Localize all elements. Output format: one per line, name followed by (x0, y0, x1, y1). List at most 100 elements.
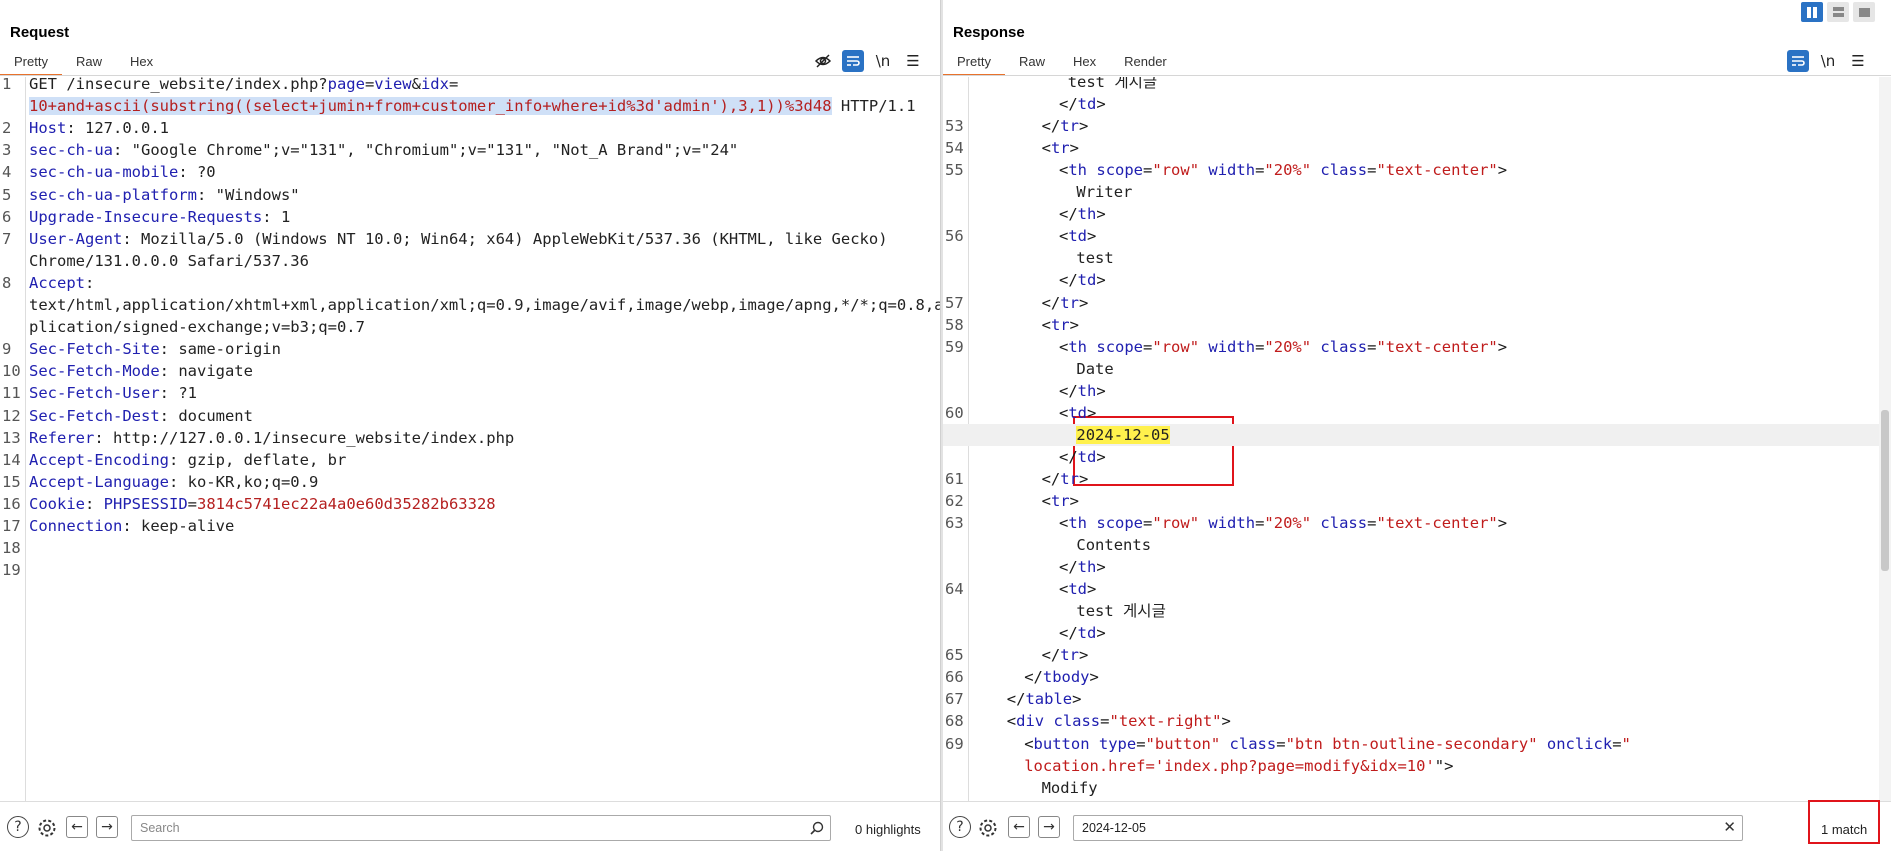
line-content: </td> (972, 93, 1885, 115)
code-token: : document (159, 406, 253, 425)
line-number: 5 (2, 185, 12, 204)
search-icon[interactable] (810, 816, 824, 842)
code-token: Upgrade-Insecure-Requests (29, 207, 263, 226)
tab-hex[interactable]: Hex (1059, 50, 1110, 76)
line-number: 64 (945, 580, 964, 599)
scrollbar-thumb[interactable] (1881, 410, 1889, 571)
code-token: : http://127.0.0.1/insecure_website/inde… (94, 428, 515, 447)
code-token: view (374, 77, 412, 93)
tab-raw[interactable]: Raw (62, 50, 116, 76)
line-content: Contents (972, 534, 1885, 556)
code-token: td (1068, 403, 1088, 422)
code-line: 65 </tr> (943, 644, 1891, 666)
code-token: Connection (29, 517, 123, 535)
tab-pretty[interactable]: Pretty (0, 50, 62, 76)
line-number: 57 (945, 293, 964, 312)
code-token: Sec-Fetch-Site (29, 340, 160, 359)
code-token: > (1096, 95, 1106, 114)
newline-icon[interactable]: \n (872, 50, 894, 72)
code-token: tr (1060, 469, 1079, 488)
split-vertical-icon[interactable] (1827, 2, 1849, 22)
line-content: </tr> (972, 644, 1885, 666)
code-token: "> (1434, 756, 1454, 775)
line-number: 61 (945, 469, 964, 488)
vertical-scrollbar[interactable] (1879, 77, 1891, 801)
line-content: Connection: keep-alive (29, 515, 934, 537)
word-wrap-icon[interactable] (1787, 50, 1809, 72)
hidden-eye-icon[interactable] (812, 50, 834, 72)
menu-icon[interactable]: ☰ (1847, 50, 1869, 72)
code-token: > (1089, 668, 1099, 687)
code-token: = (1143, 514, 1153, 532)
code-token: tr (1060, 117, 1079, 136)
code-line: </th> (943, 380, 1891, 402)
code-token: > (1497, 514, 1508, 532)
code-token: tr (1050, 139, 1070, 158)
previous-arrow-icon[interactable]: ← (66, 816, 88, 838)
line-number: 14 (2, 450, 21, 469)
next-arrow-icon[interactable]: → (1038, 816, 1060, 838)
code-line: 54 <tr> (943, 137, 1891, 159)
tab-pretty[interactable]: Pretty (943, 50, 1005, 76)
code-token: < (1041, 139, 1051, 158)
code-token: </ (1059, 205, 1078, 224)
menu-icon[interactable]: ☰ (902, 50, 924, 72)
request-search-input[interactable]: Search (131, 815, 831, 841)
gear-icon[interactable] (35, 816, 59, 840)
line-content: test 게시글 (972, 77, 1885, 93)
tab-raw[interactable]: Raw (1005, 50, 1059, 76)
tabs-layout-icon[interactable] (1853, 2, 1875, 22)
code-token: sec-ch-ua (29, 141, 113, 160)
response-title: Response (953, 24, 1025, 41)
code-token: : "Windows" (196, 185, 300, 204)
code-token: </ (1059, 381, 1078, 400)
split-horizontal-icon[interactable] (1801, 2, 1823, 22)
code-token: width (1208, 337, 1256, 356)
line-number: 58 (945, 315, 964, 334)
gear-icon[interactable] (976, 816, 1000, 840)
response-panel: Response Pretty Raw Hex Render \n ☰ test… (943, 0, 1891, 851)
code-token: "row" (1152, 161, 1200, 180)
clear-search-icon[interactable]: ✕ (1723, 816, 1736, 840)
next-arrow-icon[interactable]: → (96, 816, 118, 838)
line-content: Sec-Fetch-Dest: document (29, 405, 934, 427)
line-content: location.href='index.php?page=modify&idx… (972, 755, 1885, 777)
code-token: idx (420, 77, 449, 93)
code-token: = (1255, 337, 1265, 356)
code-line: 13 Referer: http://127.0.0.1/insecure_web… (0, 427, 940, 449)
code-token: Accept-Encoding (29, 450, 169, 469)
newline-icon[interactable]: \n (1817, 50, 1839, 72)
line-content: <div class="text-right"> (972, 710, 1885, 732)
code-token: tr (1060, 646, 1079, 665)
code-token: div (1016, 712, 1045, 731)
code-token: Writer (1076, 183, 1133, 202)
help-icon[interactable]: ? (949, 816, 971, 838)
line-number: 54 (945, 139, 964, 158)
code-token: : gzip, deflate, br (168, 450, 347, 469)
code-token: Sec-Fetch-Mode (29, 362, 160, 381)
line-content: </table> (972, 688, 1885, 710)
request-editor[interactable]: 1 GET /insecure_website/index.php?page=vi… (0, 77, 940, 801)
code-line: 1 GET /insecure_website/index.php?page=vi… (0, 77, 940, 95)
help-icon[interactable]: ? (7, 816, 29, 838)
code-token: Host (29, 119, 67, 138)
code-token: class (1320, 337, 1368, 356)
code-line: </td> (943, 622, 1891, 644)
tab-hex[interactable]: Hex (116, 50, 167, 76)
word-wrap-icon[interactable] (842, 50, 864, 72)
request-toolbar: \n ☰ (812, 50, 924, 72)
line-content: Sec-Fetch-Mode: navigate (29, 360, 934, 382)
line-content: 10+and+ascii(substring((select+jumin+fro… (29, 95, 934, 117)
code-token: & (411, 77, 421, 93)
code-token: "row" (1152, 337, 1200, 356)
code-token: "text-center" (1376, 514, 1498, 532)
response-editor[interactable]: test 게시글 </td> 53 </tr> 54 <tr> 55 <th scope="r… (943, 77, 1891, 801)
code-token: > (1087, 403, 1097, 422)
previous-arrow-icon[interactable]: ← (1008, 816, 1030, 838)
response-search-input[interactable]: 2024-12-05 ✕ (1073, 815, 1743, 841)
tab-render[interactable]: Render (1110, 50, 1181, 76)
line-number: 1 (2, 77, 12, 93)
